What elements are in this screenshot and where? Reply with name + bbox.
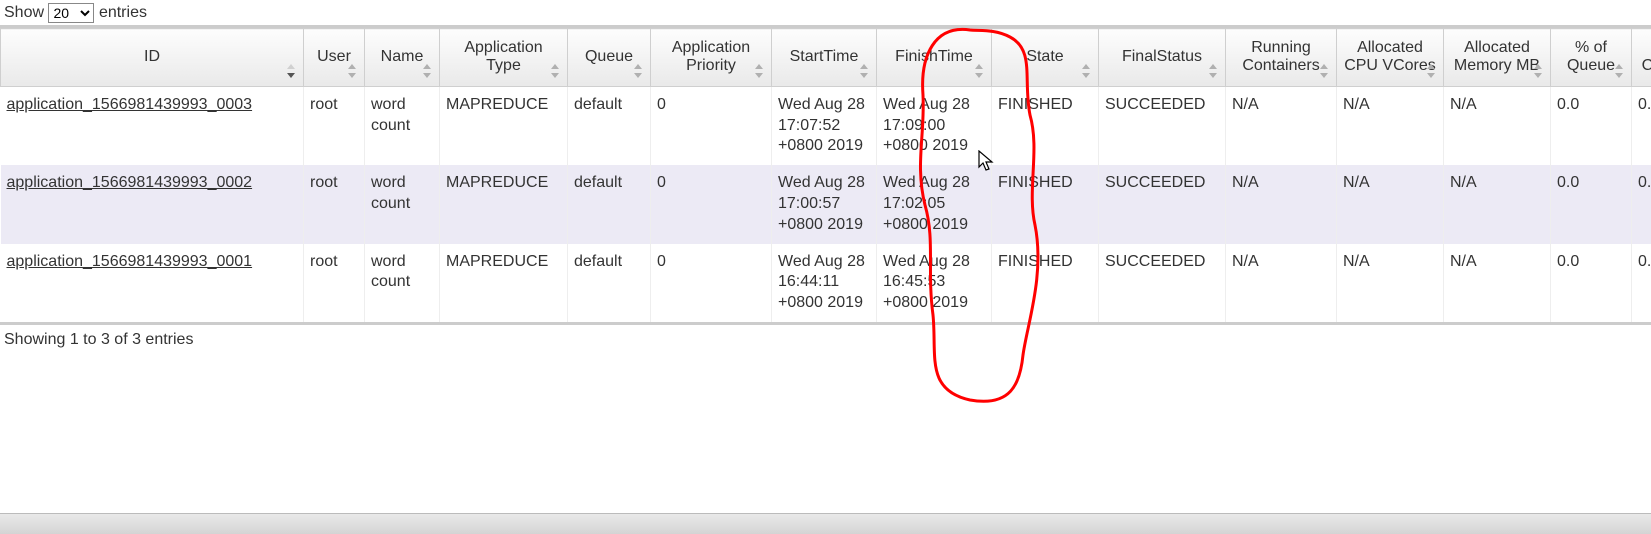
cell-priority: 0 bbox=[651, 165, 772, 243]
column-header-label: Allocated Memory MB bbox=[1450, 39, 1544, 76]
sort-icon bbox=[551, 64, 561, 78]
sort-icon bbox=[1209, 64, 1219, 78]
application-id-link[interactable]: application_1566981439993_0001 bbox=[7, 253, 253, 270]
sort-icon bbox=[1615, 64, 1625, 78]
cell-queue: default bbox=[568, 244, 651, 322]
column-header[interactable]: Application Type bbox=[440, 29, 568, 87]
column-header[interactable]: Name bbox=[365, 29, 440, 87]
cell-start: Wed Aug 28 17:00:57 +0800 2019 bbox=[772, 165, 877, 243]
column-header-label: Application Type bbox=[446, 39, 561, 76]
sort-icon bbox=[1534, 64, 1544, 78]
column-header-label: State bbox=[998, 48, 1092, 66]
cell-mem: N/A bbox=[1444, 244, 1551, 322]
table-row: application_1566981439993_0002 rootword c… bbox=[1, 165, 1651, 243]
column-header[interactable]: ID bbox=[1, 29, 304, 87]
column-header[interactable]: State bbox=[992, 29, 1099, 87]
length-prefix: Show bbox=[4, 4, 44, 22]
cell-state: FINISHED bbox=[992, 86, 1099, 165]
sort-icon bbox=[287, 64, 297, 78]
table-info: Showing 1 to 3 of 3 entries bbox=[0, 322, 1651, 355]
table-length-control: Show 102050100 entries bbox=[0, 0, 1651, 28]
cell-pcluster: 0.0 bbox=[1632, 165, 1651, 243]
table-row: application_1566981439993_0003 rootword c… bbox=[1, 86, 1651, 165]
sort-icon bbox=[348, 64, 358, 78]
cell-priority: 0 bbox=[651, 86, 772, 165]
sort-icon bbox=[1320, 64, 1330, 78]
cell-mem: N/A bbox=[1444, 165, 1551, 243]
sort-icon bbox=[860, 64, 870, 78]
cell-user: root bbox=[304, 244, 365, 322]
column-header-label: FinishTime bbox=[883, 48, 985, 66]
column-header-label: % of Cluster bbox=[1638, 39, 1651, 76]
column-header[interactable]: Queue bbox=[568, 29, 651, 87]
applications-table: ID UserNameApplication TypeQueueApplicati… bbox=[0, 28, 1651, 322]
column-header-label: FinalStatus bbox=[1105, 48, 1219, 66]
sort-icon bbox=[1427, 64, 1437, 78]
cell-pcluster: 0.0 bbox=[1632, 86, 1651, 165]
column-header-label: StartTime bbox=[778, 48, 870, 66]
cell-vcores: N/A bbox=[1337, 165, 1444, 243]
column-header-label: Allocated CPU VCores bbox=[1343, 39, 1437, 76]
column-header[interactable]: Running Containers bbox=[1226, 29, 1337, 87]
cell-finish: Wed Aug 28 17:02:05 +0800 2019 bbox=[877, 165, 992, 243]
cell-pqueue: 0.0 bbox=[1551, 165, 1632, 243]
cell-pqueue: 0.0 bbox=[1551, 86, 1632, 165]
cell-state: FINISHED bbox=[992, 165, 1099, 243]
cell-user: root bbox=[304, 86, 365, 165]
cell-pqueue: 0.0 bbox=[1551, 244, 1632, 322]
cell-running: N/A bbox=[1226, 244, 1337, 322]
column-header-label: Running Containers bbox=[1232, 39, 1330, 76]
column-header[interactable]: Allocated CPU VCores bbox=[1337, 29, 1444, 87]
table-row: application_1566981439993_0001 rootword c… bbox=[1, 244, 1651, 322]
cell-running: N/A bbox=[1226, 165, 1337, 243]
column-header[interactable]: StartTime bbox=[772, 29, 877, 87]
cell-name: word count bbox=[365, 244, 440, 322]
cell-queue: default bbox=[568, 165, 651, 243]
cell-name: word count bbox=[365, 165, 440, 243]
column-header[interactable]: % of Cluster bbox=[1632, 29, 1651, 87]
sort-icon bbox=[755, 64, 765, 78]
cell-vcores: N/A bbox=[1337, 86, 1444, 165]
entries-select[interactable]: 102050100 bbox=[48, 3, 94, 23]
cell-pcluster: 0.0 bbox=[1632, 244, 1651, 322]
cell-priority: 0 bbox=[651, 244, 772, 322]
column-header[interactable]: Allocated Memory MB bbox=[1444, 29, 1551, 87]
cell-name: word count bbox=[365, 86, 440, 165]
cell-mem: N/A bbox=[1444, 86, 1551, 165]
sort-icon bbox=[634, 64, 644, 78]
column-header[interactable]: FinishTime bbox=[877, 29, 992, 87]
cell-finish: Wed Aug 28 16:45:53 +0800 2019 bbox=[877, 244, 992, 322]
cell-final: SUCCEEDED bbox=[1099, 244, 1226, 322]
cell-final: SUCCEEDED bbox=[1099, 86, 1226, 165]
cell-type: MAPREDUCE bbox=[440, 244, 568, 322]
cell-user: root bbox=[304, 165, 365, 243]
sort-icon bbox=[975, 64, 985, 78]
window-bottom-border bbox=[0, 513, 1651, 534]
column-header[interactable]: FinalStatus bbox=[1099, 29, 1226, 87]
cell-start: Wed Aug 28 16:44:11 +0800 2019 bbox=[772, 244, 877, 322]
column-header[interactable]: % of Queue bbox=[1551, 29, 1632, 87]
cell-finish: Wed Aug 28 17:09:00 +0800 2019 bbox=[877, 86, 992, 165]
cell-state: FINISHED bbox=[992, 244, 1099, 322]
cell-queue: default bbox=[568, 86, 651, 165]
column-header-label: ID bbox=[7, 48, 297, 66]
column-header[interactable]: User bbox=[304, 29, 365, 87]
cell-type: MAPREDUCE bbox=[440, 165, 568, 243]
length-suffix: entries bbox=[99, 4, 147, 22]
cell-final: SUCCEEDED bbox=[1099, 165, 1226, 243]
cell-running: N/A bbox=[1226, 86, 1337, 165]
column-header-label: Application Priority bbox=[657, 39, 765, 76]
application-id-link[interactable]: application_1566981439993_0002 bbox=[7, 174, 253, 191]
sort-icon bbox=[1082, 64, 1092, 78]
column-header[interactable]: Application Priority bbox=[651, 29, 772, 87]
cell-start: Wed Aug 28 17:07:52 +0800 2019 bbox=[772, 86, 877, 165]
sort-icon bbox=[423, 64, 433, 78]
cell-type: MAPREDUCE bbox=[440, 86, 568, 165]
application-id-link[interactable]: application_1566981439993_0003 bbox=[7, 96, 253, 113]
cell-vcores: N/A bbox=[1337, 244, 1444, 322]
